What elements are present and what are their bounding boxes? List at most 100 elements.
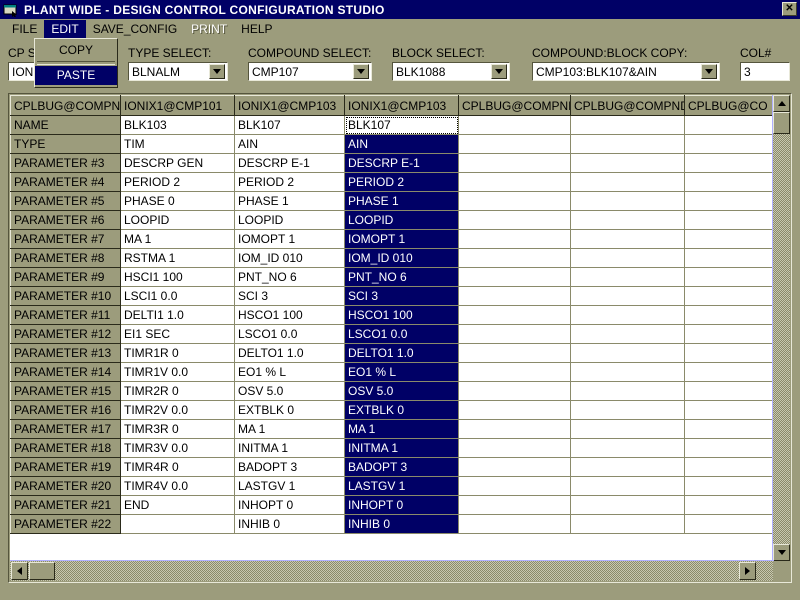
grid-cell[interactable] — [570, 229, 685, 249]
menu-edit[interactable]: EDIT — [44, 19, 86, 38]
grid-cell[interactable] — [458, 286, 571, 306]
grid-cell[interactable]: HSCO1 100 — [344, 305, 459, 325]
col-number-input[interactable]: 3 — [740, 62, 790, 81]
grid-cell[interactable]: BADOPT 3 — [344, 457, 459, 477]
vertical-scrollbar[interactable] — [772, 95, 790, 561]
grid-cell[interactable] — [684, 457, 774, 477]
grid-cell[interactable]: LSCO1 0.0 — [234, 324, 345, 344]
row-header[interactable]: PARAMETER #22 — [10, 514, 121, 534]
row-header[interactable]: PARAMETER #17 — [10, 419, 121, 439]
chevron-down-icon[interactable] — [701, 64, 717, 79]
grid-cell[interactable] — [570, 343, 685, 363]
grid-cell[interactable]: PERIOD 2 — [234, 172, 345, 192]
grid-cell[interactable]: MA 1 — [234, 419, 345, 439]
grid-cell[interactable] — [570, 438, 685, 458]
row-header[interactable]: PARAMETER #16 — [10, 400, 121, 420]
grid-cell[interactable]: MA 1 — [344, 419, 459, 439]
row-header[interactable]: PARAMETER #15 — [10, 381, 121, 401]
grid-cell[interactable]: LSCO1 0.0 — [344, 324, 459, 344]
chevron-down-icon[interactable] — [491, 64, 507, 79]
grid-cell[interactable]: PHASE 1 — [234, 191, 345, 211]
column-header-0[interactable]: CPLBUG@COMPND — [10, 95, 121, 116]
grid-cell[interactable]: TIMR2R 0 — [120, 381, 235, 401]
grid-cell[interactable]: PHASE 1 — [344, 191, 459, 211]
grid-cell[interactable]: IOM_ID 010 — [344, 248, 459, 268]
grid-cell[interactable]: HSCI1 100 — [120, 267, 235, 287]
row-header[interactable]: PARAMETER #9 — [10, 267, 121, 287]
grid-cell[interactable]: EI1 SEC — [120, 324, 235, 344]
row-header[interactable]: PARAMETER #4 — [10, 172, 121, 192]
grid-cell[interactable]: DESCRP GEN — [120, 153, 235, 173]
grid-cell[interactable] — [570, 305, 685, 325]
grid-cell[interactable]: END — [120, 495, 235, 515]
row-header[interactable]: PARAMETER #13 — [10, 343, 121, 363]
grid-cell[interactable] — [458, 267, 571, 287]
scroll-down-button[interactable] — [773, 544, 790, 561]
grid-cell[interactable]: INHIB 0 — [234, 514, 345, 534]
compound-block-copy-combo[interactable]: CMP103:BLK107&AIN — [532, 62, 720, 81]
grid-cell[interactable]: DESCRP E-1 — [234, 153, 345, 173]
grid-cell[interactable]: BLK107 — [234, 115, 345, 135]
grid-cell[interactable]: EXTBLK 0 — [234, 400, 345, 420]
grid-cell[interactable] — [458, 495, 571, 515]
grid-cell[interactable] — [684, 191, 774, 211]
grid-cell[interactable] — [684, 229, 774, 249]
grid-cell[interactable]: EO1 % L — [234, 362, 345, 382]
grid-cell[interactable] — [684, 305, 774, 325]
grid-cell[interactable] — [458, 362, 571, 382]
grid-cell[interactable] — [570, 286, 685, 306]
grid-cell[interactable] — [684, 115, 774, 135]
grid-cell[interactable] — [458, 153, 571, 173]
row-header[interactable]: NAME — [10, 115, 121, 135]
grid-cell[interactable] — [458, 400, 571, 420]
row-header[interactable]: PARAMETER #12 — [10, 324, 121, 344]
grid-cell[interactable] — [684, 438, 774, 458]
row-header[interactable]: PARAMETER #18 — [10, 438, 121, 458]
row-header[interactable]: PARAMETER #5 — [10, 191, 121, 211]
scroll-right-button[interactable] — [739, 562, 756, 580]
grid-cell[interactable] — [458, 229, 571, 249]
grid-cell[interactable] — [570, 514, 685, 534]
grid-cell[interactable]: IOM_ID 010 — [234, 248, 345, 268]
grid-cell[interactable] — [458, 191, 571, 211]
grid-cell[interactable]: PERIOD 2 — [344, 172, 459, 192]
grid-cell[interactable] — [458, 381, 571, 401]
grid-cell[interactable] — [684, 362, 774, 382]
grid-cell[interactable] — [458, 305, 571, 325]
row-header[interactable]: PARAMETER #3 — [10, 153, 121, 173]
grid-cell[interactable] — [570, 248, 685, 268]
grid-cell[interactable]: TIM — [120, 134, 235, 154]
grid-cell[interactable]: BADOPT 3 — [234, 457, 345, 477]
grid-cell[interactable]: PNT_NO 6 — [234, 267, 345, 287]
grid-cell[interactable]: TIMR1R 0 — [120, 343, 235, 363]
grid-cell[interactable] — [570, 191, 685, 211]
menu-item-copy[interactable]: COPY — [35, 41, 117, 60]
grid-cell[interactable] — [458, 476, 571, 496]
grid-cell[interactable] — [458, 210, 571, 230]
grid-cell[interactable]: RSTMA 1 — [120, 248, 235, 268]
grid-cell[interactable] — [458, 438, 571, 458]
row-header[interactable]: PARAMETER #19 — [10, 457, 121, 477]
grid-cell[interactable] — [570, 115, 685, 135]
grid-cell[interactable]: INHIB 0 — [344, 514, 459, 534]
grid-cell[interactable] — [684, 286, 774, 306]
grid-cell[interactable] — [570, 419, 685, 439]
grid-cell[interactable] — [684, 153, 774, 173]
grid-cell[interactable]: MA 1 — [120, 229, 235, 249]
grid-cell[interactable]: LOOPID — [234, 210, 345, 230]
grid-cell[interactable] — [684, 172, 774, 192]
grid-cell[interactable] — [684, 210, 774, 230]
grid-cell[interactable] — [684, 419, 774, 439]
grid-cell[interactable] — [458, 248, 571, 268]
grid-cell[interactable]: TIMR3R 0 — [120, 419, 235, 439]
grid-cell[interactable]: SCI 3 — [234, 286, 345, 306]
horizontal-scroll-thumb[interactable] — [29, 562, 55, 580]
menu-file[interactable]: FILE — [5, 20, 44, 38]
grid-cell[interactable]: BLK103 — [120, 115, 235, 135]
grid-cell[interactable] — [458, 134, 571, 154]
grid-cell[interactable] — [684, 495, 774, 515]
grid-cell[interactable]: LSCI1 0.0 — [120, 286, 235, 306]
row-header[interactable]: PARAMETER #8 — [10, 248, 121, 268]
grid-cell[interactable]: TIMR4R 0 — [120, 457, 235, 477]
grid-cell[interactable] — [570, 400, 685, 420]
